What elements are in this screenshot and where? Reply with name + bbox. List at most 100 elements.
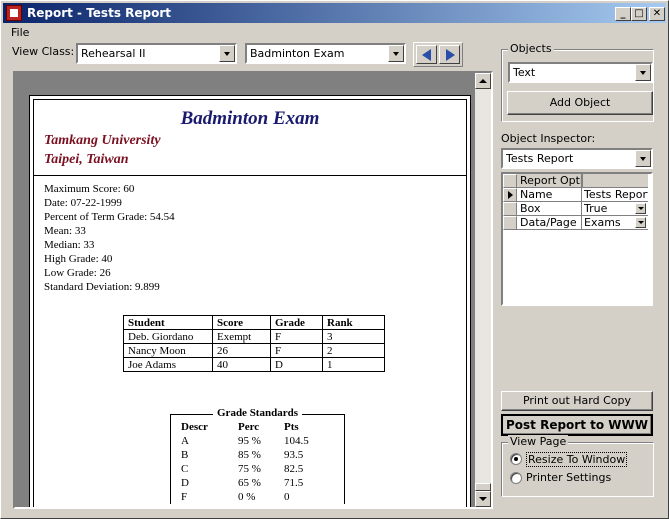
objects-label: Objects	[508, 42, 554, 55]
property-value-text: True	[584, 202, 608, 215]
grade-perc: 85 %	[238, 449, 261, 461]
printer-settings-label[interactable]: Printer Settings	[526, 471, 611, 484]
property-row[interactable]: Name Tests Report	[503, 188, 648, 202]
inspector-label: Object Inspector:	[501, 132, 596, 145]
report-border: Badminton Exam Tamkang University Taipei…	[33, 99, 467, 507]
property-name: Box	[517, 202, 582, 216]
resize-to-window-label[interactable]: Resize To Window	[526, 452, 628, 467]
scores-table: Student Score Grade Rank Deb. Giordano E…	[123, 315, 385, 372]
maximize-button[interactable]: □	[631, 7, 647, 21]
property-value[interactable]: True	[582, 202, 648, 216]
grade-perc: 0 %	[238, 491, 256, 503]
grade-descr: D	[181, 477, 189, 489]
table-cell: Deb. Giordano	[123, 329, 213, 344]
property-value[interactable]: Tests Report	[582, 188, 648, 202]
row-selector	[503, 188, 517, 202]
report-location: Taipei, Taiwan	[44, 152, 129, 167]
class-select-value: Rehearsal II	[81, 47, 146, 60]
chevron-down-icon[interactable]	[635, 150, 651, 167]
grade-standards-title: Grade Standards	[213, 407, 302, 419]
menu-file[interactable]: File	[11, 26, 29, 39]
stat-std-dev: Standard Deviation: 9.899	[44, 281, 160, 293]
stat-median: Median: 33	[44, 239, 95, 251]
exam-select[interactable]: Badminton Exam	[245, 43, 406, 64]
grade-perc: 65 %	[238, 477, 261, 489]
scroll-thumb[interactable]	[475, 483, 491, 491]
printer-settings-radio[interactable]	[510, 472, 522, 484]
stat-mean: Mean: 33	[44, 225, 86, 237]
row-selector	[503, 202, 517, 216]
table-cell: 26	[212, 343, 271, 358]
chevron-down-icon[interactable]	[635, 217, 646, 228]
inspector-select-value: Tests Report	[506, 152, 574, 165]
property-value[interactable]: Exams	[582, 216, 648, 230]
post-report-button[interactable]: Post Report to WWW	[501, 414, 653, 436]
grade-standards-box: Grade Standards Descr Perc Pts A 95 % 10…	[170, 407, 345, 504]
table-cell: F	[270, 329, 323, 344]
table-cell: 3	[322, 329, 385, 344]
object-type-value: Text	[513, 66, 536, 79]
grade-perc: 75 %	[238, 463, 261, 475]
chevron-down-icon[interactable]	[635, 64, 651, 81]
column-header: Student	[123, 315, 213, 330]
grade-header: Descr	[181, 421, 208, 433]
print-hard-copy-button[interactable]: Print out Hard Copy	[501, 391, 653, 411]
table-header-row: Student Score Grade Rank	[123, 315, 385, 330]
arrow-left-icon	[422, 49, 431, 61]
stat-low-grade: Low Grade: 26	[44, 267, 111, 279]
view-page-label: View Page	[508, 435, 569, 448]
exam-select-value: Badminton Exam	[250, 47, 345, 60]
divider	[34, 175, 466, 176]
inspector-select[interactable]: Tests Report	[501, 148, 653, 169]
add-object-button[interactable]: Add Object	[507, 91, 653, 115]
column-header: Rank	[322, 315, 385, 330]
minimize-button[interactable]: _	[615, 7, 631, 21]
close-button[interactable]: ✕	[649, 7, 665, 21]
class-select[interactable]: Rehearsal II	[76, 43, 237, 64]
table-cell: F	[270, 343, 323, 358]
property-header-row: Report Options	[503, 174, 648, 188]
table-cell: 1	[322, 357, 385, 372]
table-cell: 40	[212, 357, 271, 372]
grade-header: Pts	[284, 421, 299, 433]
table-row: Joe Adams 40 D 1	[123, 357, 385, 372]
grade-pts: 0	[284, 491, 290, 503]
property-value-text: Exams	[584, 216, 621, 229]
row-selector	[503, 174, 517, 188]
report-window: Report - Tests Report _ □ ✕ File View Cl…	[0, 0, 669, 519]
property-row[interactable]: Box True	[503, 202, 648, 216]
next-button[interactable]	[439, 45, 460, 64]
grade-descr: B	[181, 449, 189, 461]
grade-pts: 104.5	[284, 435, 309, 447]
object-type-select[interactable]: Text	[508, 62, 653, 83]
previous-button[interactable]	[416, 45, 437, 64]
table-cell: Nancy Moon	[123, 343, 213, 358]
title-bar: Report - Tests Report _ □ ✕	[3, 3, 666, 23]
grade-descr: C	[181, 463, 189, 475]
column-header: Grade	[270, 315, 323, 330]
grade-header: Perc	[238, 421, 260, 433]
resize-to-window-radio[interactable]	[510, 453, 522, 465]
chevron-down-icon[interactable]	[635, 203, 646, 214]
grade-pts: 71.5	[284, 477, 304, 489]
grade-pts: 93.5	[284, 449, 304, 461]
property-grid[interactable]: Report Options Name Tests Report Box Tru…	[501, 172, 653, 306]
report-university: Tamkang University	[44, 133, 161, 148]
vertical-scrollbar[interactable]	[475, 73, 491, 507]
property-name: Data/Page	[517, 216, 582, 230]
scroll-down-icon[interactable]	[475, 491, 491, 507]
menu-bar: File	[11, 26, 29, 39]
grade-descr: A	[181, 435, 189, 447]
chevron-down-icon[interactable]	[388, 45, 404, 62]
table-row: Deb. Giordano Exempt F 3	[123, 329, 385, 344]
scroll-up-icon[interactable]	[475, 73, 491, 89]
nav-buttons	[413, 42, 463, 67]
grade-descr: F	[181, 491, 188, 503]
chevron-down-icon[interactable]	[219, 45, 235, 62]
property-row[interactable]: Data/Page Exams	[503, 216, 648, 230]
table-row: Nancy Moon 26 F 2	[123, 343, 385, 358]
view-page-group: View Page	[501, 435, 654, 497]
report-viewer[interactable]: Badminton Exam Tamkang University Taipei…	[13, 71, 493, 509]
stat-high-grade: High Grade: 40	[44, 253, 113, 265]
property-name: Name	[517, 188, 582, 202]
